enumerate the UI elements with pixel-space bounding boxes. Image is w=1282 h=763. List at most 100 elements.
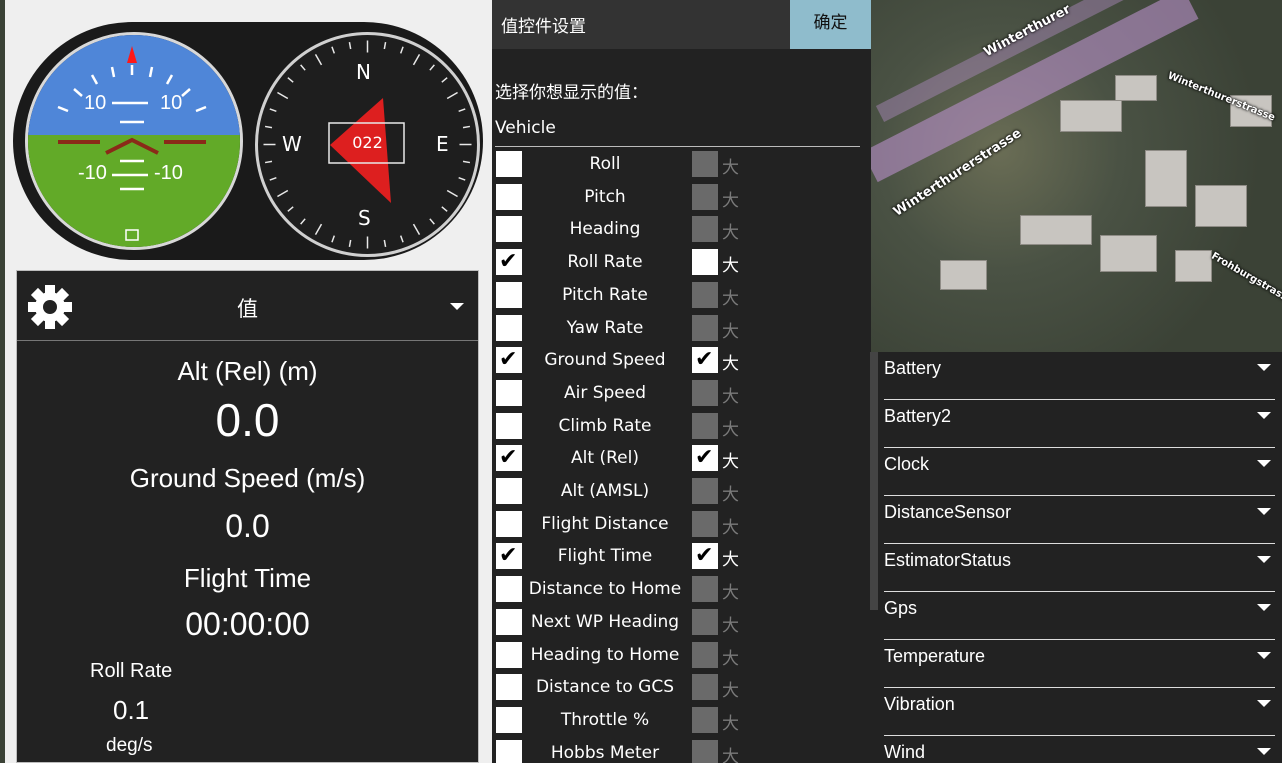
show-value-checkbox[interactable]: ✔ [496, 543, 522, 570]
chevron-down-icon[interactable] [1257, 556, 1271, 563]
large-value-checkbox[interactable] [692, 281, 718, 308]
value-option-row: Flight Distance 大 [492, 510, 871, 543]
instrument-group-label: Clock [884, 454, 930, 474]
compass-north: N [356, 60, 371, 84]
compass-tick [429, 218, 435, 225]
value-option-label: Climb Rate [558, 415, 652, 436]
dialog-prompt: 选择你想显示的值： [495, 83, 648, 103]
value-label: Alt (Rel) (m) [177, 356, 318, 386]
checkmark-icon: ✔ [695, 347, 714, 373]
large-value-checkbox[interactable] [692, 249, 718, 276]
compass-tick [269, 108, 277, 113]
large-value-checkbox[interactable] [692, 314, 718, 341]
show-value-checkbox[interactable] [496, 183, 522, 210]
instrument-group-item[interactable]: Gps [884, 592, 1275, 640]
compass-tick [383, 239, 387, 248]
show-value-checkbox[interactable]: ✔ [496, 445, 522, 472]
show-value-checkbox[interactable] [496, 641, 522, 668]
show-value-checkbox[interactable] [496, 510, 522, 537]
chevron-down-icon[interactable] [1257, 460, 1271, 467]
show-value-checkbox[interactable] [496, 706, 522, 733]
value-option-row: Pitch 大 [492, 183, 871, 216]
large-value-checkbox[interactable] [692, 674, 718, 701]
compass-west: W [282, 132, 302, 156]
show-value-checkbox[interactable] [496, 281, 522, 308]
chevron-down-icon[interactable] [1257, 700, 1271, 707]
large-value-checkbox[interactable] [692, 412, 718, 439]
value-label: Flight Time [183, 563, 312, 593]
values-widget: 值 Alt (Rel) (m) 0.0 Ground Speed (m/s) 0… [16, 270, 479, 763]
chevron-down-icon[interactable] [1257, 604, 1271, 611]
large-value-checkbox[interactable]: ✔ [692, 445, 718, 472]
compass-tick [348, 41, 352, 50]
instrument-group-item[interactable]: Temperature [884, 640, 1275, 688]
show-value-checkbox[interactable] [496, 674, 522, 701]
chevron-down-icon[interactable] [1257, 412, 1271, 419]
compass-tick [383, 41, 387, 50]
value-reading: 0.0 [215, 394, 280, 446]
instrument-group-label: DistanceSensor [884, 502, 1012, 522]
large-value-checkbox[interactable] [692, 510, 718, 537]
compass-tick [331, 46, 336, 54]
values-widget-header[interactable]: 值 [17, 271, 478, 341]
large-value-label: 大 [722, 321, 739, 342]
large-value-checkbox[interactable] [692, 739, 718, 763]
show-value-checkbox[interactable] [496, 379, 522, 406]
large-value-checkbox[interactable]: ✔ [692, 543, 718, 570]
instrument-group-item[interactable]: Battery2 [884, 400, 1275, 448]
show-value-checkbox[interactable]: ✔ [496, 347, 522, 374]
compass-tick [412, 54, 421, 66]
chevron-down-icon[interactable] [1257, 508, 1271, 515]
large-value-label: 大 [722, 648, 739, 669]
show-value-checkbox[interactable] [496, 412, 522, 439]
scrollbar-handle[interactable] [870, 352, 878, 610]
small-value-label: Roll Rate [90, 660, 173, 682]
show-value-checkbox[interactable] [496, 314, 522, 341]
instrument-group-item[interactable]: Wind [884, 736, 1275, 763]
chevron-down-icon[interactable] [1257, 364, 1271, 371]
large-value-checkbox[interactable] [692, 608, 718, 635]
show-value-checkbox[interactable]: ✔ [496, 249, 522, 276]
large-value-checkbox[interactable] [692, 576, 718, 603]
dialog-titlebar: 值控件设置 确定 [492, 0, 871, 49]
compass: 022 N S W E [255, 32, 480, 257]
show-value-checkbox[interactable] [496, 739, 522, 763]
value-option-row: ✔ Ground Speed ✔ 大 [492, 346, 871, 379]
show-value-checkbox[interactable] [496, 478, 522, 504]
large-value-checkbox[interactable] [692, 216, 718, 243]
large-value-checkbox[interactable] [692, 478, 718, 504]
show-value-checkbox[interactable] [496, 608, 522, 635]
value-option-label: Yaw Rate [566, 317, 644, 338]
large-value-checkbox[interactable] [692, 151, 718, 177]
compass-tick [412, 223, 421, 235]
values-widget-title: 值 [237, 297, 258, 321]
large-value-checkbox[interactable] [692, 379, 718, 406]
checkmark-icon: ✔ [499, 445, 518, 471]
value-reading: 00:00:00 [185, 606, 310, 642]
large-value-checkbox[interactable] [692, 641, 718, 668]
show-value-checkbox[interactable] [496, 216, 522, 243]
instrument-group-label: Gps [884, 598, 918, 618]
large-value-label: 大 [722, 517, 739, 538]
large-value-checkbox[interactable] [692, 706, 718, 733]
large-value-checkbox[interactable] [692, 183, 718, 210]
value-option-label: Hobbs Meter [550, 742, 660, 763]
instrument-group-label: Temperature [884, 646, 986, 666]
large-value-label: 大 [722, 190, 739, 211]
instrument-group-item[interactable]: EstimatorStatus [884, 544, 1275, 592]
compass-tick [264, 125, 273, 129]
chevron-down-icon[interactable] [450, 303, 464, 310]
compass-tick [314, 223, 323, 235]
instrument-group-item[interactable]: Clock [884, 448, 1275, 496]
value-option-label: Flight Time [557, 546, 653, 567]
instrument-group-item[interactable]: DistanceSensor [884, 496, 1275, 544]
show-value-checkbox[interactable] [496, 576, 522, 603]
show-value-checkbox[interactable] [496, 151, 522, 177]
ok-button[interactable]: 确定 [790, 0, 871, 49]
instrument-group-item[interactable]: Vibration [884, 688, 1275, 736]
chevron-down-icon[interactable] [1257, 652, 1271, 659]
large-value-checkbox[interactable]: ✔ [692, 347, 718, 374]
instrument-group-item[interactable]: Battery [884, 352, 1275, 400]
value-option-label: Throttle % [560, 709, 650, 730]
chevron-down-icon[interactable] [1257, 748, 1271, 755]
